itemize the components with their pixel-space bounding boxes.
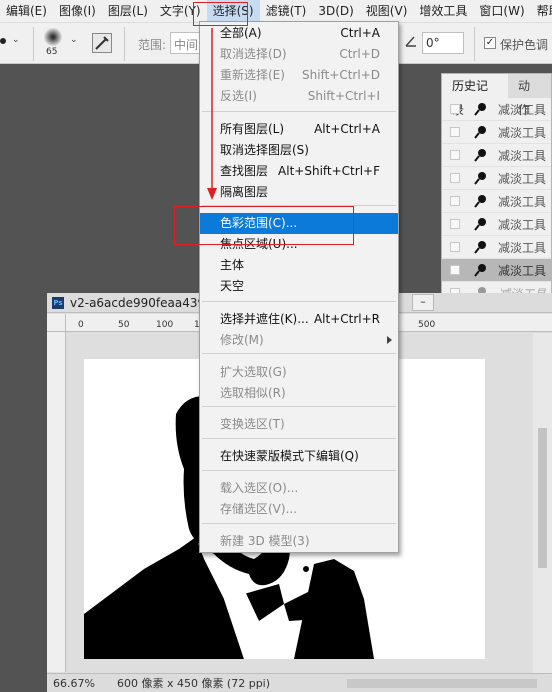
annotation-arrow [207,28,217,200]
photoshop-window: 编辑(E) 图像(I) 图层(L) 文字(Y) 选择(S) 滤镜(T) 3D(D… [0,0,552,692]
